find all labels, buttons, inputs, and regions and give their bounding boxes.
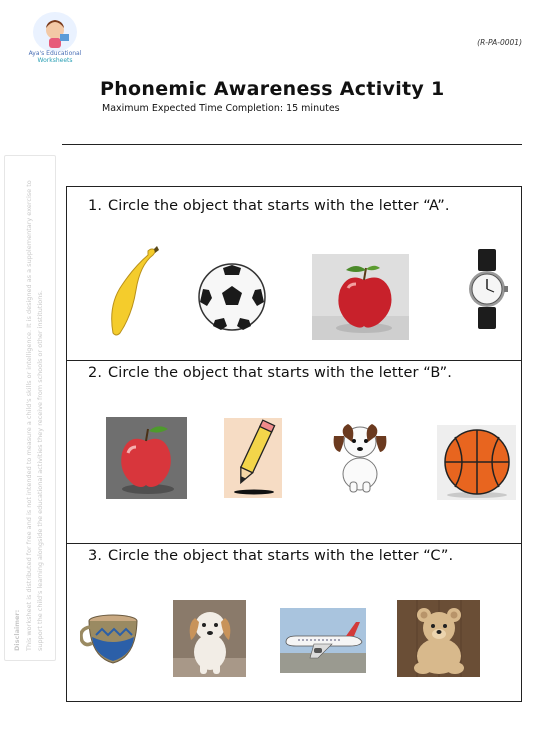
apple-image[interactable] — [106, 417, 187, 499]
banana-image[interactable] — [110, 245, 162, 340]
page-subtitle: Maximum Expected Time Completion: 15 min… — [102, 103, 340, 114]
disclaimer-line2: support the child's learning alongside t… — [36, 290, 44, 651]
puppy-image[interactable] — [173, 600, 246, 677]
question-text: Circle the object that starts with the l… — [108, 548, 454, 564]
airplane-image[interactable] — [280, 608, 366, 673]
cup-image[interactable] — [80, 613, 144, 671]
soccer-ball-image[interactable] — [197, 262, 267, 332]
question-text: Circle the object that starts with the l… — [108, 198, 450, 214]
logo: Aya's Educational Worksheets — [28, 12, 82, 68]
question-2: 2. Circle the object that starts with the… — [88, 365, 452, 381]
question-3: 3. Circle the object that starts with the… — [88, 548, 453, 564]
puppy-image[interactable] — [330, 418, 388, 496]
disclaimer-panel: Disclaimer: This worksheet is distribute… — [4, 155, 56, 661]
worksheet-code: (R-PA-0001) — [477, 38, 522, 47]
section-divider — [66, 360, 522, 361]
logo-text: Aya's Educational Worksheets — [28, 50, 82, 64]
basketball-image[interactable] — [437, 425, 516, 500]
question-number: 3. — [88, 548, 103, 564]
page-title: Phonemic Awareness Activity 1 — [100, 78, 445, 100]
question-number: 2. — [88, 365, 103, 381]
disclaimer-heading: Disclaimer: — [13, 609, 21, 651]
pencil-image[interactable] — [224, 418, 282, 498]
wristwatch-image[interactable] — [468, 249, 508, 329]
teddy-bear-image[interactable] — [397, 600, 480, 677]
apple-image[interactable] — [312, 254, 409, 340]
question-number: 1. — [88, 198, 103, 214]
question-text: Circle the object that starts with the l… — [108, 365, 452, 381]
logo-text-line2: Worksheets — [37, 57, 73, 64]
header-divider — [62, 144, 522, 145]
logo-badge — [33, 12, 77, 52]
girl-icon — [46, 20, 69, 48]
disclaimer-line1: This worksheet is distributed for free a… — [25, 180, 33, 651]
logo-text-line1: Aya's Educational — [28, 50, 82, 57]
question-1: 1. Circle the object that starts with the… — [88, 198, 450, 214]
section-divider — [66, 543, 522, 544]
